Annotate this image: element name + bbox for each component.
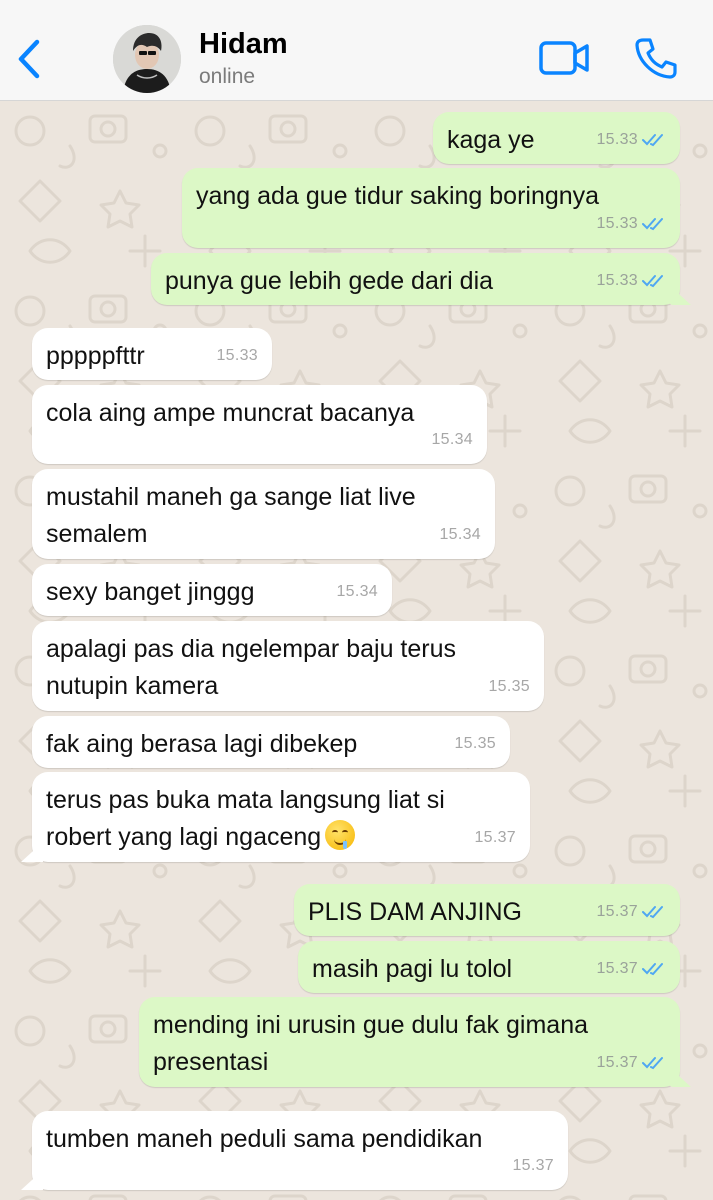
message-time: 15.33: [596, 215, 638, 232]
message-text: sexy banget jinggg: [46, 578, 255, 606]
message-time: 15.33: [596, 272, 638, 289]
avatar[interactable]: [113, 25, 181, 93]
message-time: 15.37: [596, 1054, 638, 1071]
message-time: 15.33: [596, 131, 638, 148]
message-incoming[interactable]: cola aing ampe muncrat bacanya 15.34: [32, 385, 487, 464]
message-time: 15.34: [336, 583, 378, 600]
read-ticks-icon: [642, 962, 663, 975]
message-incoming[interactable]: pppppfttr 15.33: [32, 328, 272, 380]
chat-header: Hidam online: [0, 0, 713, 101]
chevron-left-icon: [18, 39, 40, 79]
message-time: 15.37: [512, 1157, 554, 1174]
message-text: terus pas buka mata langsung liat si rob…: [46, 786, 445, 851]
read-ticks-icon: [642, 905, 663, 918]
message-incoming[interactable]: fak aing berasa lagi dibekep 15.35: [32, 716, 510, 768]
message-time: 15.34: [439, 526, 481, 543]
drooling-face-emoji: [325, 820, 356, 850]
message-text: cola aing ampe muncrat bacanya: [46, 399, 415, 427]
message-outgoing[interactable]: masih pagi lu tolol 15.37: [298, 941, 680, 993]
message-text: tumben maneh peduli sama pendidikan: [46, 1125, 483, 1153]
message-text: punya gue lebih gede dari dia: [165, 267, 494, 295]
message-incoming[interactable]: tumben maneh peduli sama pendidikan 15.3…: [32, 1111, 568, 1190]
message-outgoing[interactable]: mending ini urusin gue dulu fak gimana p…: [139, 997, 680, 1087]
phone-icon: [635, 38, 677, 79]
video-call-button[interactable]: [538, 38, 590, 78]
message-time: 15.35: [454, 735, 496, 752]
read-ticks-icon: [642, 1056, 663, 1069]
video-camera-icon: [539, 41, 589, 75]
message-list[interactable]: kaga ye 15.33 yang ada gue tidur saking …: [0, 101, 713, 1200]
avatar-photo: [113, 25, 181, 93]
message-time: 15.37: [596, 903, 638, 920]
message-time: 15.33: [216, 347, 258, 364]
message-text: apalagi pas dia ngelempar baju terus nut…: [46, 635, 456, 700]
message-time: 15.37: [474, 829, 516, 846]
contact-name[interactable]: Hidam: [199, 28, 288, 61]
message-text: fak aing berasa lagi dibekep: [46, 730, 358, 758]
message-incoming[interactable]: sexy banget jinggg 15.34: [32, 564, 392, 616]
message-time: 15.34: [431, 431, 473, 448]
message-outgoing[interactable]: PLIS DAM ANJING 15.37: [294, 884, 680, 936]
contact-status: online: [199, 65, 256, 88]
message-text: mending ini urusin gue dulu fak gimana p…: [153, 1011, 588, 1076]
message-outgoing[interactable]: punya gue lebih gede dari dia 15.33: [151, 253, 680, 305]
message-incoming[interactable]: mustahil maneh ga sange liat live semale…: [32, 469, 495, 559]
message-incoming[interactable]: terus pas buka mata langsung liat si rob…: [32, 772, 530, 862]
message-text: mustahil maneh ga sange liat live semale…: [46, 483, 416, 548]
voice-call-button[interactable]: [634, 36, 678, 80]
back-button[interactable]: [14, 34, 44, 84]
read-ticks-icon: [642, 274, 663, 287]
message-incoming[interactable]: apalagi pas dia ngelempar baju terus nut…: [32, 621, 544, 711]
read-ticks-icon: [642, 217, 663, 230]
message-time: 15.37: [596, 960, 638, 977]
message-time: 15.35: [488, 678, 530, 695]
read-ticks-icon: [642, 133, 663, 146]
message-outgoing[interactable]: yang ada gue tidur saking boringnya 15.3…: [182, 168, 680, 248]
message-outgoing[interactable]: kaga ye 15.33: [433, 112, 680, 164]
